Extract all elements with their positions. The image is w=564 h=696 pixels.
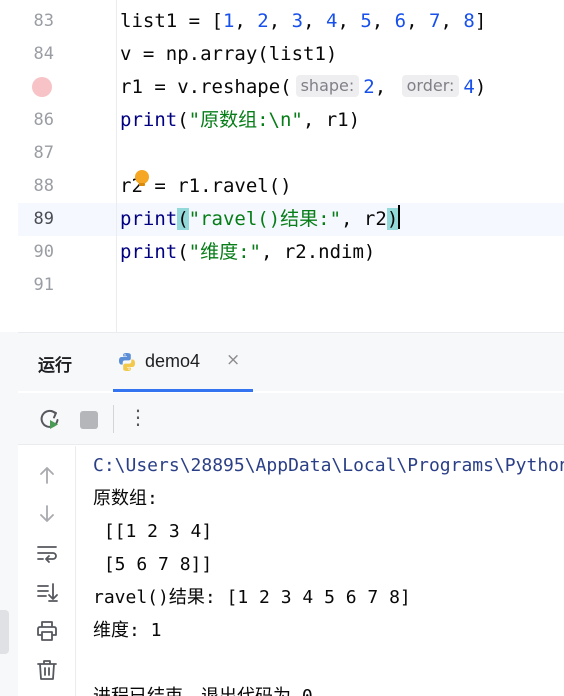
rerun-icon[interactable]	[38, 407, 62, 431]
python-icon	[119, 353, 135, 371]
code-line[interactable]: print("原数组:\n", r1)	[120, 104, 360, 137]
run-panel-title: 运行	[38, 356, 72, 375]
line-number-current: 89	[33, 209, 54, 229]
scroll-down-icon[interactable]	[34, 501, 60, 527]
gutter-divider	[116, 0, 117, 332]
run-toolbar: ⋮	[18, 393, 564, 445]
console-line: 原数组:	[93, 488, 158, 509]
tool-strip-handle[interactable]	[0, 610, 9, 654]
line-number: 83	[33, 11, 54, 31]
trash-icon[interactable]	[34, 657, 60, 683]
console-line: 维度: 1	[93, 620, 162, 641]
line-number: 88	[33, 176, 54, 196]
console-line: 进程已结束，退出代码为 0	[93, 680, 313, 696]
stop-icon[interactable]	[80, 411, 98, 429]
soft-wrap-icon[interactable]	[34, 540, 60, 566]
line-number: 86	[33, 110, 54, 130]
code-line[interactable]: r1 = v.reshape(shape: 2, order: 4)	[120, 71, 486, 104]
line-number: 87	[33, 143, 54, 163]
param-hint-order: order:	[401, 75, 460, 97]
code-line[interactable]: list1 = [1, 2, 3, 4, 5, 6, 7, 8]	[120, 5, 486, 38]
tab-demo4[interactable]: demo4 ×	[113, 333, 253, 392]
line-number: 91	[33, 275, 54, 295]
console-line: [[1 2 3 4]	[93, 521, 213, 542]
param-hint-shape: shape:	[295, 75, 360, 97]
tab-label: demo4	[145, 351, 201, 371]
breakpoint-marker[interactable]	[32, 77, 52, 97]
code-editor[interactable]: 83 84 86 87 88 89 90 91 list1 = [1, 2, 3…	[0, 0, 564, 332]
console-line[interactable]: C:\Users\28895\AppData\Local\Programs\Py…	[93, 449, 564, 482]
scroll-to-end-icon[interactable]	[34, 579, 60, 605]
line-number: 84	[33, 44, 54, 64]
console-output[interactable]: C:\Users\28895\AppData\Local\Programs\Py…	[77, 446, 564, 696]
print-icon[interactable]	[34, 618, 60, 644]
close-icon[interactable]: ×	[226, 350, 240, 370]
more-options-icon[interactable]: ⋮	[128, 405, 148, 429]
active-tab-indicator	[113, 389, 253, 392]
console-line: ravel()结果: [1 2 3 4 5 6 7 8]	[93, 587, 411, 608]
run-tool-window-header: 运行 demo4 ×	[18, 333, 564, 392]
code-line[interactable]: v = np.array(list1)	[120, 38, 337, 71]
console-side-toolbar	[18, 446, 76, 696]
code-line[interactable]: print("维度:", r2.ndim)	[120, 236, 375, 269]
code-line-current[interactable]: print("ravel()结果:", r2)	[120, 203, 401, 236]
scroll-up-icon[interactable]	[34, 462, 60, 488]
text-caret	[398, 205, 401, 229]
line-number: 90	[33, 242, 54, 262]
toolbar-separator	[113, 405, 114, 433]
intention-bulb-icon[interactable]	[135, 170, 149, 186]
console-line: [5 6 7 8]]	[93, 554, 213, 575]
